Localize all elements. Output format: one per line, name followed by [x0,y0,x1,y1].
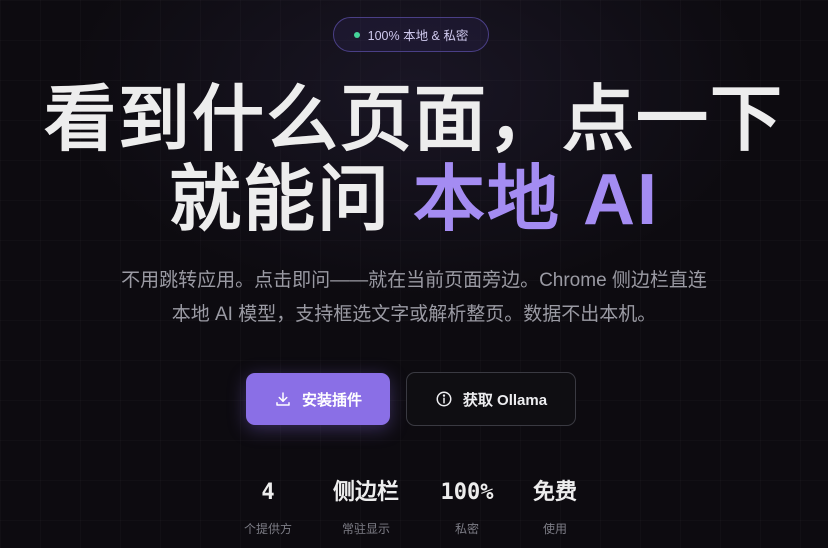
stat-value: 4 [261,480,275,505]
stat-value: 侧边栏 [332,480,399,505]
hero-title-prefix: 就能问 [168,160,413,240]
stat-providers: 4 个提供方 [213,478,323,537]
download-icon [274,390,292,408]
stat-free: 免费 使用 [500,478,610,537]
status-dot-icon [353,31,360,38]
hero-subtitle: 不用跳转应用。点击即问——就在当前页面旁边。Chrome 侧边栏直连 本地 AI… [0,264,828,332]
hero-subtitle-line-1: 不用跳转应用。点击即问——就在当前页面旁边。Chrome 侧边栏直连 [121,270,707,291]
install-button-label: 安装插件 [301,391,362,409]
stats-row: 4 个提供方 侧边栏 常驻显示 100% 私密 免费 使用 [0,478,828,538]
stat-label: 个提供方 [243,522,292,536]
stat-value: 免费 [532,480,577,505]
hero-title-accent: 本地 AI [413,160,660,240]
privacy-badge: 100% 本地 & 私密 [333,17,489,52]
stat-sidebar: 侧边栏 常驻显示 [311,478,421,537]
badge-text: 100% 本地 & 私密 [367,29,469,43]
stat-label: 常驻显示 [341,522,390,536]
get-ollama-button[interactable]: 获取 Ollama [406,372,576,426]
hero-title: 看到什么页面，点一下 就能问 本地 AI [0,80,828,240]
stat-label: 使用 [542,522,567,536]
hero-title-line-1: 看到什么页面，点一下 [43,80,784,160]
hero-section: 100% 本地 & 私密 看到什么页面，点一下 就能问 本地 AI 不用跳转应用… [0,0,828,548]
hero-subtitle-line-2: 本地 AI 模型，支持框选文字或解析整页。数据不出本机。 [171,304,657,325]
info-icon [435,390,453,408]
get-ollama-label: 获取 Ollama [462,391,548,409]
install-extension-button[interactable]: 安装插件 [246,373,390,425]
hero-title-line-2: 就能问 本地 AI [0,160,828,240]
